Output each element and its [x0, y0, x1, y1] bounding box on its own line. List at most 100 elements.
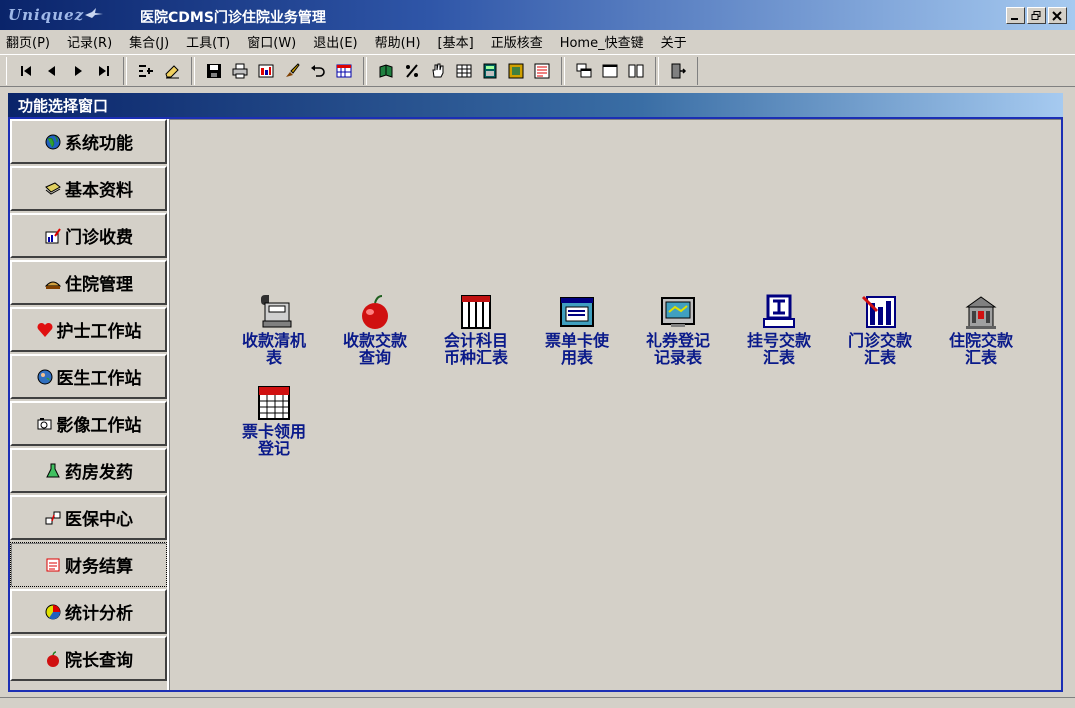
close-button[interactable]	[1048, 7, 1067, 24]
nav-director-query[interactable]: 院长查询	[10, 636, 167, 681]
percent-icon	[406, 63, 418, 78]
title-bar: Uniquez 医院CDMS门诊住院业务管理	[0, 0, 1075, 30]
nav-system-functions[interactable]: 系统功能	[10, 119, 167, 164]
hospital-building-icon	[965, 296, 997, 329]
tile-label-line2: 汇表	[863, 348, 896, 367]
nav-imaging-station[interactable]: 影像工作站	[10, 401, 167, 446]
menu-bar: 翻页(P) 记录(R) 集合(J) 工具(T) 窗口(W) 退出(E) 帮助(H…	[0, 30, 1075, 52]
menu-license-check[interactable]: 正版核查	[491, 32, 552, 51]
percent-button[interactable]	[399, 59, 425, 83]
tile-cash-clearance-report[interactable]: 收款清机 表	[225, 292, 323, 366]
minimize-button[interactable]	[1006, 7, 1025, 24]
last-record-button[interactable]	[91, 59, 117, 83]
tile-ticket-card-issue-register[interactable]: 票卡领用 登记	[225, 383, 323, 457]
tile-label-line2: 汇表	[964, 348, 997, 367]
nav-statistics-analysis[interactable]: 统计分析	[10, 589, 167, 634]
nav-finance-settlement[interactable]: 财务结算	[10, 542, 167, 587]
ledger-grid-icon	[461, 295, 491, 329]
print-icon	[232, 63, 248, 78]
maximize-window-icon	[602, 64, 618, 77]
cascade-button[interactable]	[571, 59, 597, 83]
grid-report-button[interactable]	[331, 59, 357, 83]
status-bar	[0, 697, 1075, 708]
card-window-icon	[560, 297, 594, 327]
tile-label-line1: 收款清机	[241, 331, 306, 350]
book-button[interactable]	[373, 59, 399, 83]
nav-insurance-center[interactable]: 医保中心	[10, 495, 167, 540]
app-logo: Uniquez	[8, 6, 85, 24]
nav-inpatient-management[interactable]: 住院管理	[10, 260, 167, 305]
tile-label-line1: 票单卡使	[544, 331, 609, 350]
menu-home-hotkey[interactable]: Home_快查键	[560, 32, 653, 51]
tile-label-line2: 登记	[257, 439, 290, 458]
window-title: 医院CDMS门诊住院业务管理	[140, 10, 326, 26]
tile-vertical-button[interactable]	[623, 59, 649, 83]
table-button[interactable]	[451, 59, 477, 83]
form-button[interactable]	[529, 59, 555, 83]
menu-record[interactable]: 记录(R)	[67, 32, 121, 51]
exit-button[interactable]	[665, 59, 691, 83]
module-navbar: 系统功能 基本资料 门诊收费 住院管理 护士工作站 医生工作站 影像工作站 药房…	[10, 119, 167, 690]
undo-icon	[311, 64, 325, 77]
nav-label: 药房发药	[65, 463, 133, 483]
print-button[interactable]	[227, 59, 253, 83]
form-icon	[534, 63, 550, 78]
tile-cash-payment-query[interactable]: 收款交款 查询	[326, 292, 424, 366]
nav-label: 门诊收费	[65, 228, 133, 248]
tile-label-line1: 会计科目	[443, 331, 508, 350]
menu-help[interactable]: 帮助(H)	[375, 32, 430, 51]
save-icon	[207, 63, 221, 78]
next-record-button[interactable]	[65, 59, 91, 83]
nav-nurse-station[interactable]: 护士工作站	[10, 307, 167, 352]
maximize-window-button[interactable]	[597, 59, 623, 83]
menu-basic[interactable]: [基本]	[438, 32, 483, 51]
nav-label: 院长查询	[65, 651, 133, 671]
menu-about[interactable]: 关于	[661, 32, 696, 51]
menu-tools[interactable]: 工具(T)	[186, 32, 239, 51]
tile-accounting-currency-summary[interactable]: 会计科目 币种汇表	[427, 292, 525, 366]
nav-doctor-station[interactable]: 医生工作站	[10, 354, 167, 399]
brush-button[interactable]	[279, 59, 305, 83]
calculator-icon	[483, 63, 497, 78]
camera-icon	[37, 417, 51, 429]
tile-ticket-card-usage[interactable]: 票单卡使 用表	[528, 292, 626, 366]
brush-icon	[286, 62, 300, 77]
nav-outpatient-billing[interactable]: 门诊收费	[10, 213, 167, 258]
calculator-button[interactable]	[477, 59, 503, 83]
eraser-button[interactable]	[159, 59, 185, 83]
close-icon	[1052, 10, 1062, 21]
tile-outpatient-payment-summary[interactable]: 门诊交款 汇表	[831, 292, 929, 366]
outpatient-report-icon	[861, 295, 896, 328]
first-record-button[interactable]	[13, 59, 39, 83]
tile-label-line2: 查询	[358, 348, 391, 367]
tile-voucher-registration[interactable]: 礼券登记 记录表	[629, 292, 727, 366]
menu-set[interactable]: 集合(J)	[129, 32, 178, 51]
last-record-icon	[99, 65, 109, 76]
restore-button[interactable]	[1027, 7, 1046, 24]
nav-label: 统计分析	[65, 604, 133, 624]
tile-label-line1: 挂号交款	[746, 331, 811, 350]
report-button[interactable]	[253, 59, 279, 83]
function-select-window: 系统功能 基本资料 门诊收费 住院管理 护士工作站 医生工作站 影像工作站 药房…	[8, 117, 1063, 692]
nav-basic-data[interactable]: 基本资料	[10, 166, 167, 211]
save-button[interactable]	[201, 59, 227, 83]
tile-label-line1: 礼券登记	[645, 331, 710, 350]
globe-icon	[45, 134, 61, 149]
table-icon	[456, 64, 472, 77]
toolbar	[0, 54, 1075, 87]
tile-button[interactable]	[503, 59, 529, 83]
menu-page[interactable]: 翻页(P)	[6, 32, 59, 51]
tile-inpatient-payment-summary[interactable]: 住院交款 汇表	[932, 292, 1030, 366]
cash-register-icon	[261, 295, 292, 328]
outline-button[interactable]	[133, 59, 159, 83]
book-icon	[379, 63, 393, 78]
grid-report-icon	[336, 64, 352, 77]
undo-button[interactable]	[305, 59, 331, 83]
tile-registration-payment-summary[interactable]: 挂号交款 汇表	[730, 292, 828, 366]
hand-button[interactable]	[425, 59, 451, 83]
prev-record-button[interactable]	[39, 59, 65, 83]
menu-window[interactable]: 窗口(W)	[247, 32, 305, 51]
menu-exit[interactable]: 退出(E)	[313, 32, 366, 51]
cascade-icon	[576, 63, 592, 77]
nav-pharmacy-dispensing[interactable]: 药房发药	[10, 448, 167, 493]
